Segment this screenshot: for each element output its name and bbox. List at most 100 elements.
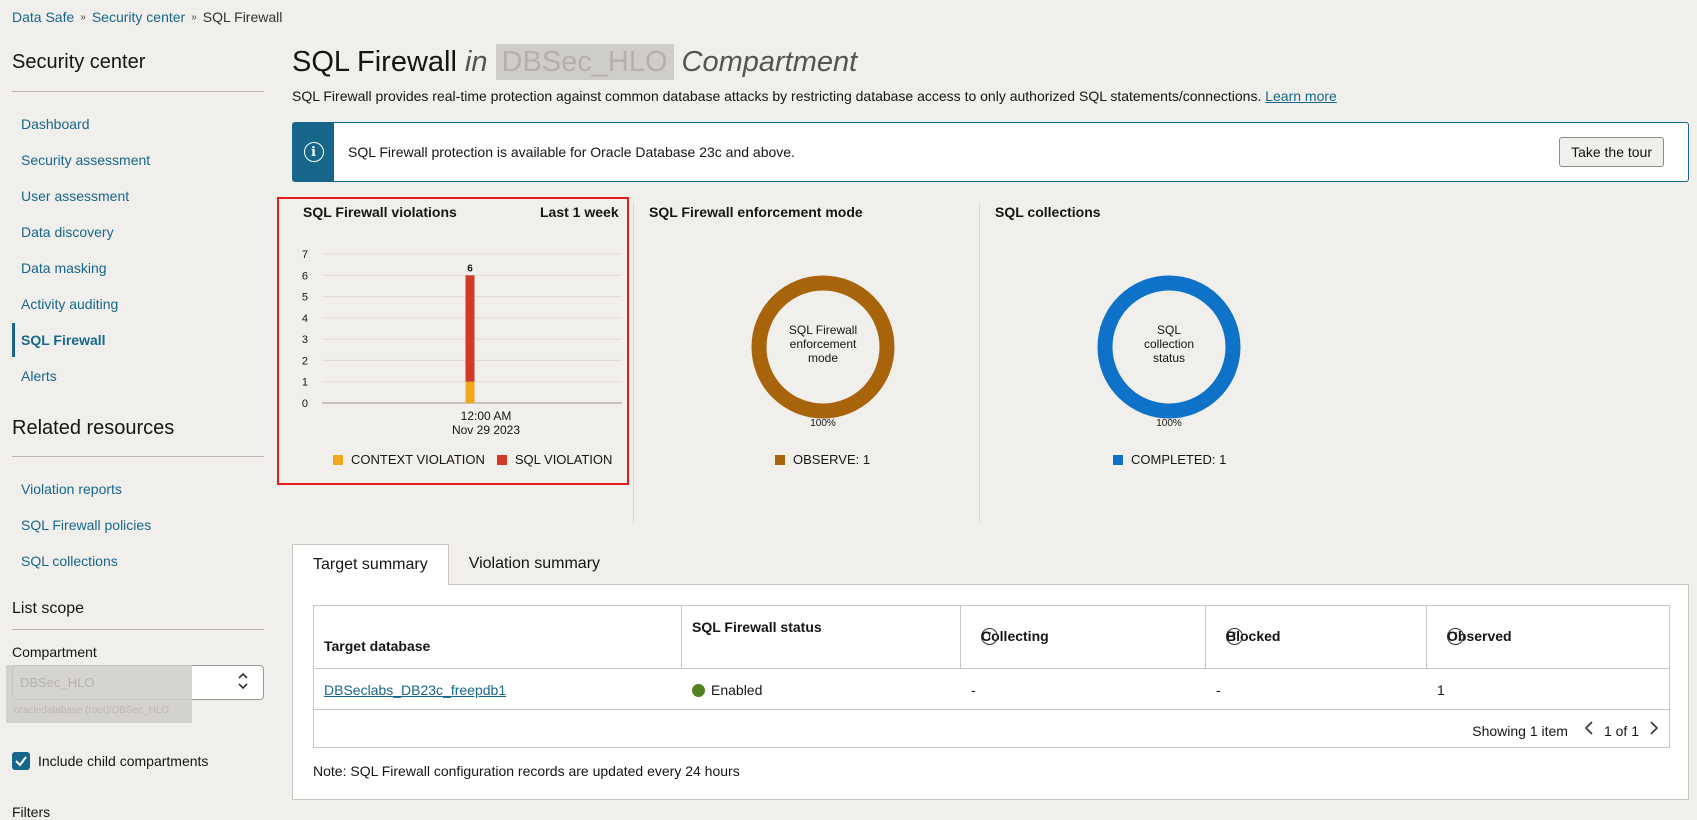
status-cell: Enabled xyxy=(692,682,762,698)
x-tick-label: 12:00 AM Nov 29 2023 xyxy=(444,409,528,437)
learn-more-link[interactable]: Learn more xyxy=(1265,88,1337,104)
y-tick-label: 0 xyxy=(302,398,308,410)
filters-heading: Filters xyxy=(12,804,51,820)
y-tick-label: 2 xyxy=(302,355,308,367)
page-title-compartment-suffix: Compartment xyxy=(681,45,858,78)
donut-center-line: enforcement xyxy=(789,337,857,351)
column-header-target-database[interactable]: Target database xyxy=(314,606,682,668)
bar-segment xyxy=(465,275,475,382)
description-text: SQL Firewall provides real-time protecti… xyxy=(292,88,1262,104)
chevron-left-icon[interactable] xyxy=(1584,720,1594,741)
target-summary-panel: Target database SQL Firewall status Coll… xyxy=(292,584,1689,800)
sidebar-heading: Security center xyxy=(12,51,146,73)
page-title: SQL Firewall in DBSec_HLO Compartment xyxy=(292,44,857,80)
y-tick-label: 7 xyxy=(302,249,308,261)
tab-violation-summary[interactable]: Violation summary xyxy=(449,544,620,584)
sidebar-item-sql-firewall[interactable]: SQL Firewall xyxy=(12,323,264,357)
legend-completed: COMPLETED: 1 xyxy=(1131,452,1227,467)
page-title-text: SQL Firewall xyxy=(292,45,457,78)
violations-card-title: SQL Firewall violations xyxy=(303,204,457,220)
info-icon[interactable]: i xyxy=(981,627,998,645)
banner-text: SQL Firewall protection is available for… xyxy=(348,144,795,160)
table-row: DBSeclabs_DB23c_freepdb1 Enabled - - 1 xyxy=(314,668,1669,710)
sidebar-item-activity-auditing[interactable]: Activity auditing xyxy=(12,287,264,321)
y-tick-label: 3 xyxy=(302,334,308,346)
sidebar-item-data-masking[interactable]: Data masking xyxy=(12,251,264,285)
sidebar-item-security-assessment[interactable]: Security assessment xyxy=(12,143,264,177)
breadcrumb-data-safe[interactable]: Data Safe xyxy=(12,9,74,25)
page-title-compartment: DBSec_HLO xyxy=(495,44,674,80)
collections-legend: COMPLETED: 1 xyxy=(1113,452,1226,467)
info-icon: i xyxy=(303,142,324,162)
column-header-blocked[interactable]: Blocked i xyxy=(1206,606,1427,668)
legend-context-violation: CONTEXT VIOLATION xyxy=(351,452,485,467)
violations-legend: CONTEXT VIOLATION SQL VIOLATION xyxy=(333,452,612,467)
compartment-label: Compartment xyxy=(12,644,97,660)
x-tick-label-time: 12:00 AM xyxy=(460,409,512,423)
status-text: Enabled xyxy=(711,682,763,698)
sidebar-item-alerts[interactable]: Alerts xyxy=(12,359,264,393)
x-tick-label-date: Nov 29 2023 xyxy=(451,423,521,437)
target-database-link[interactable]: DBSeclabs_DB23c_freepdb1 xyxy=(324,682,506,698)
donut-center-line: SQL Firewall xyxy=(788,323,858,337)
related-item-violation-reports[interactable]: Violation reports xyxy=(12,472,264,506)
legend-swatch-completed xyxy=(1113,454,1123,465)
enforcement-donut-center: SQL Firewall enforcement mode xyxy=(773,323,873,365)
card-divider xyxy=(979,203,980,523)
collecting-cell: - xyxy=(971,682,976,698)
sidebar-item-data-discovery[interactable]: Data discovery xyxy=(12,215,264,249)
breadcrumb-security-center[interactable]: Security center xyxy=(92,9,185,25)
list-scope-heading: List scope xyxy=(12,600,85,617)
compartment-path: oracledatabase (root)/DBSec_HLO xyxy=(14,705,170,716)
sidebar-item-user-assessment[interactable]: User assessment xyxy=(12,179,264,213)
config-note: Note: SQL Firewall configuration records… xyxy=(313,763,740,779)
include-child-label: Include child compartments xyxy=(38,753,209,769)
summary-tabs: Target summary Violation summary xyxy=(292,544,620,585)
collections-percent: 100% xyxy=(1156,418,1182,429)
enabled-status-icon xyxy=(692,684,705,697)
breadcrumb-separator: » xyxy=(191,11,197,23)
card-divider xyxy=(633,203,634,523)
related-item-sql-firewall-policies[interactable]: SQL Firewall policies xyxy=(12,508,264,542)
sidebar-divider xyxy=(12,456,264,457)
bar-total-label: 6 xyxy=(467,263,473,274)
include-child-checkbox[interactable] xyxy=(12,752,30,770)
pagination: Showing 1 item 1 of 1 xyxy=(1472,720,1659,741)
breadcrumb-current: SQL Firewall xyxy=(202,9,283,25)
sidebar-divider xyxy=(12,629,264,630)
compartment-value: DBSec_HLO xyxy=(20,675,95,690)
legend-observe: OBSERVE: 1 xyxy=(793,452,871,467)
column-header-observed[interactable]: Observed i xyxy=(1427,606,1670,668)
y-tick-label: 1 xyxy=(302,377,308,389)
violations-card-range: Last 1 week xyxy=(540,204,619,220)
page-indicator: 1 of 1 xyxy=(1603,722,1639,739)
related-resources-heading: Related resources xyxy=(12,417,175,439)
info-banner: i SQL Firewall protection is available f… xyxy=(292,122,1689,182)
target-table: Target database SQL Firewall status Coll… xyxy=(313,605,1670,748)
info-icon[interactable]: i xyxy=(1226,627,1243,645)
related-item-sql-collections[interactable]: SQL collections xyxy=(12,544,264,578)
page-description: SQL Firewall provides real-time protecti… xyxy=(292,88,1337,104)
take-tour-button[interactable]: Take the tour xyxy=(1559,137,1664,167)
chevron-right-icon[interactable] xyxy=(1649,720,1659,741)
column-header-collecting[interactable]: Collecting i xyxy=(961,606,1206,668)
enforcement-percent: 100% xyxy=(810,418,836,429)
blocked-cell: - xyxy=(1216,682,1221,698)
donut-center-line: collection xyxy=(1143,337,1195,351)
checkmark-icon xyxy=(15,756,27,767)
legend-swatch-context xyxy=(333,454,343,465)
sidebar-item-dashboard[interactable]: Dashboard xyxy=(12,107,264,141)
y-tick-label: 4 xyxy=(302,313,308,325)
info-icon[interactable]: i xyxy=(1447,627,1464,645)
enforcement-legend: OBSERVE: 1 xyxy=(775,452,870,467)
select-up-down-icon[interactable] xyxy=(236,671,250,691)
compartment-select-value[interactable]: DBSec_HLO oracledatabase (root)/DBSec_HL… xyxy=(6,665,192,723)
donut-center-line: mode xyxy=(807,351,839,365)
tab-target-summary[interactable]: Target summary xyxy=(292,544,449,585)
column-header-status[interactable]: SQL Firewall status xyxy=(682,606,961,668)
page-title-in: in xyxy=(464,45,488,78)
legend-swatch-observe xyxy=(775,454,785,465)
donut-center-line: status xyxy=(1152,351,1185,365)
showing-count: Showing 1 item xyxy=(1472,722,1568,739)
sidebar-divider xyxy=(12,91,264,92)
